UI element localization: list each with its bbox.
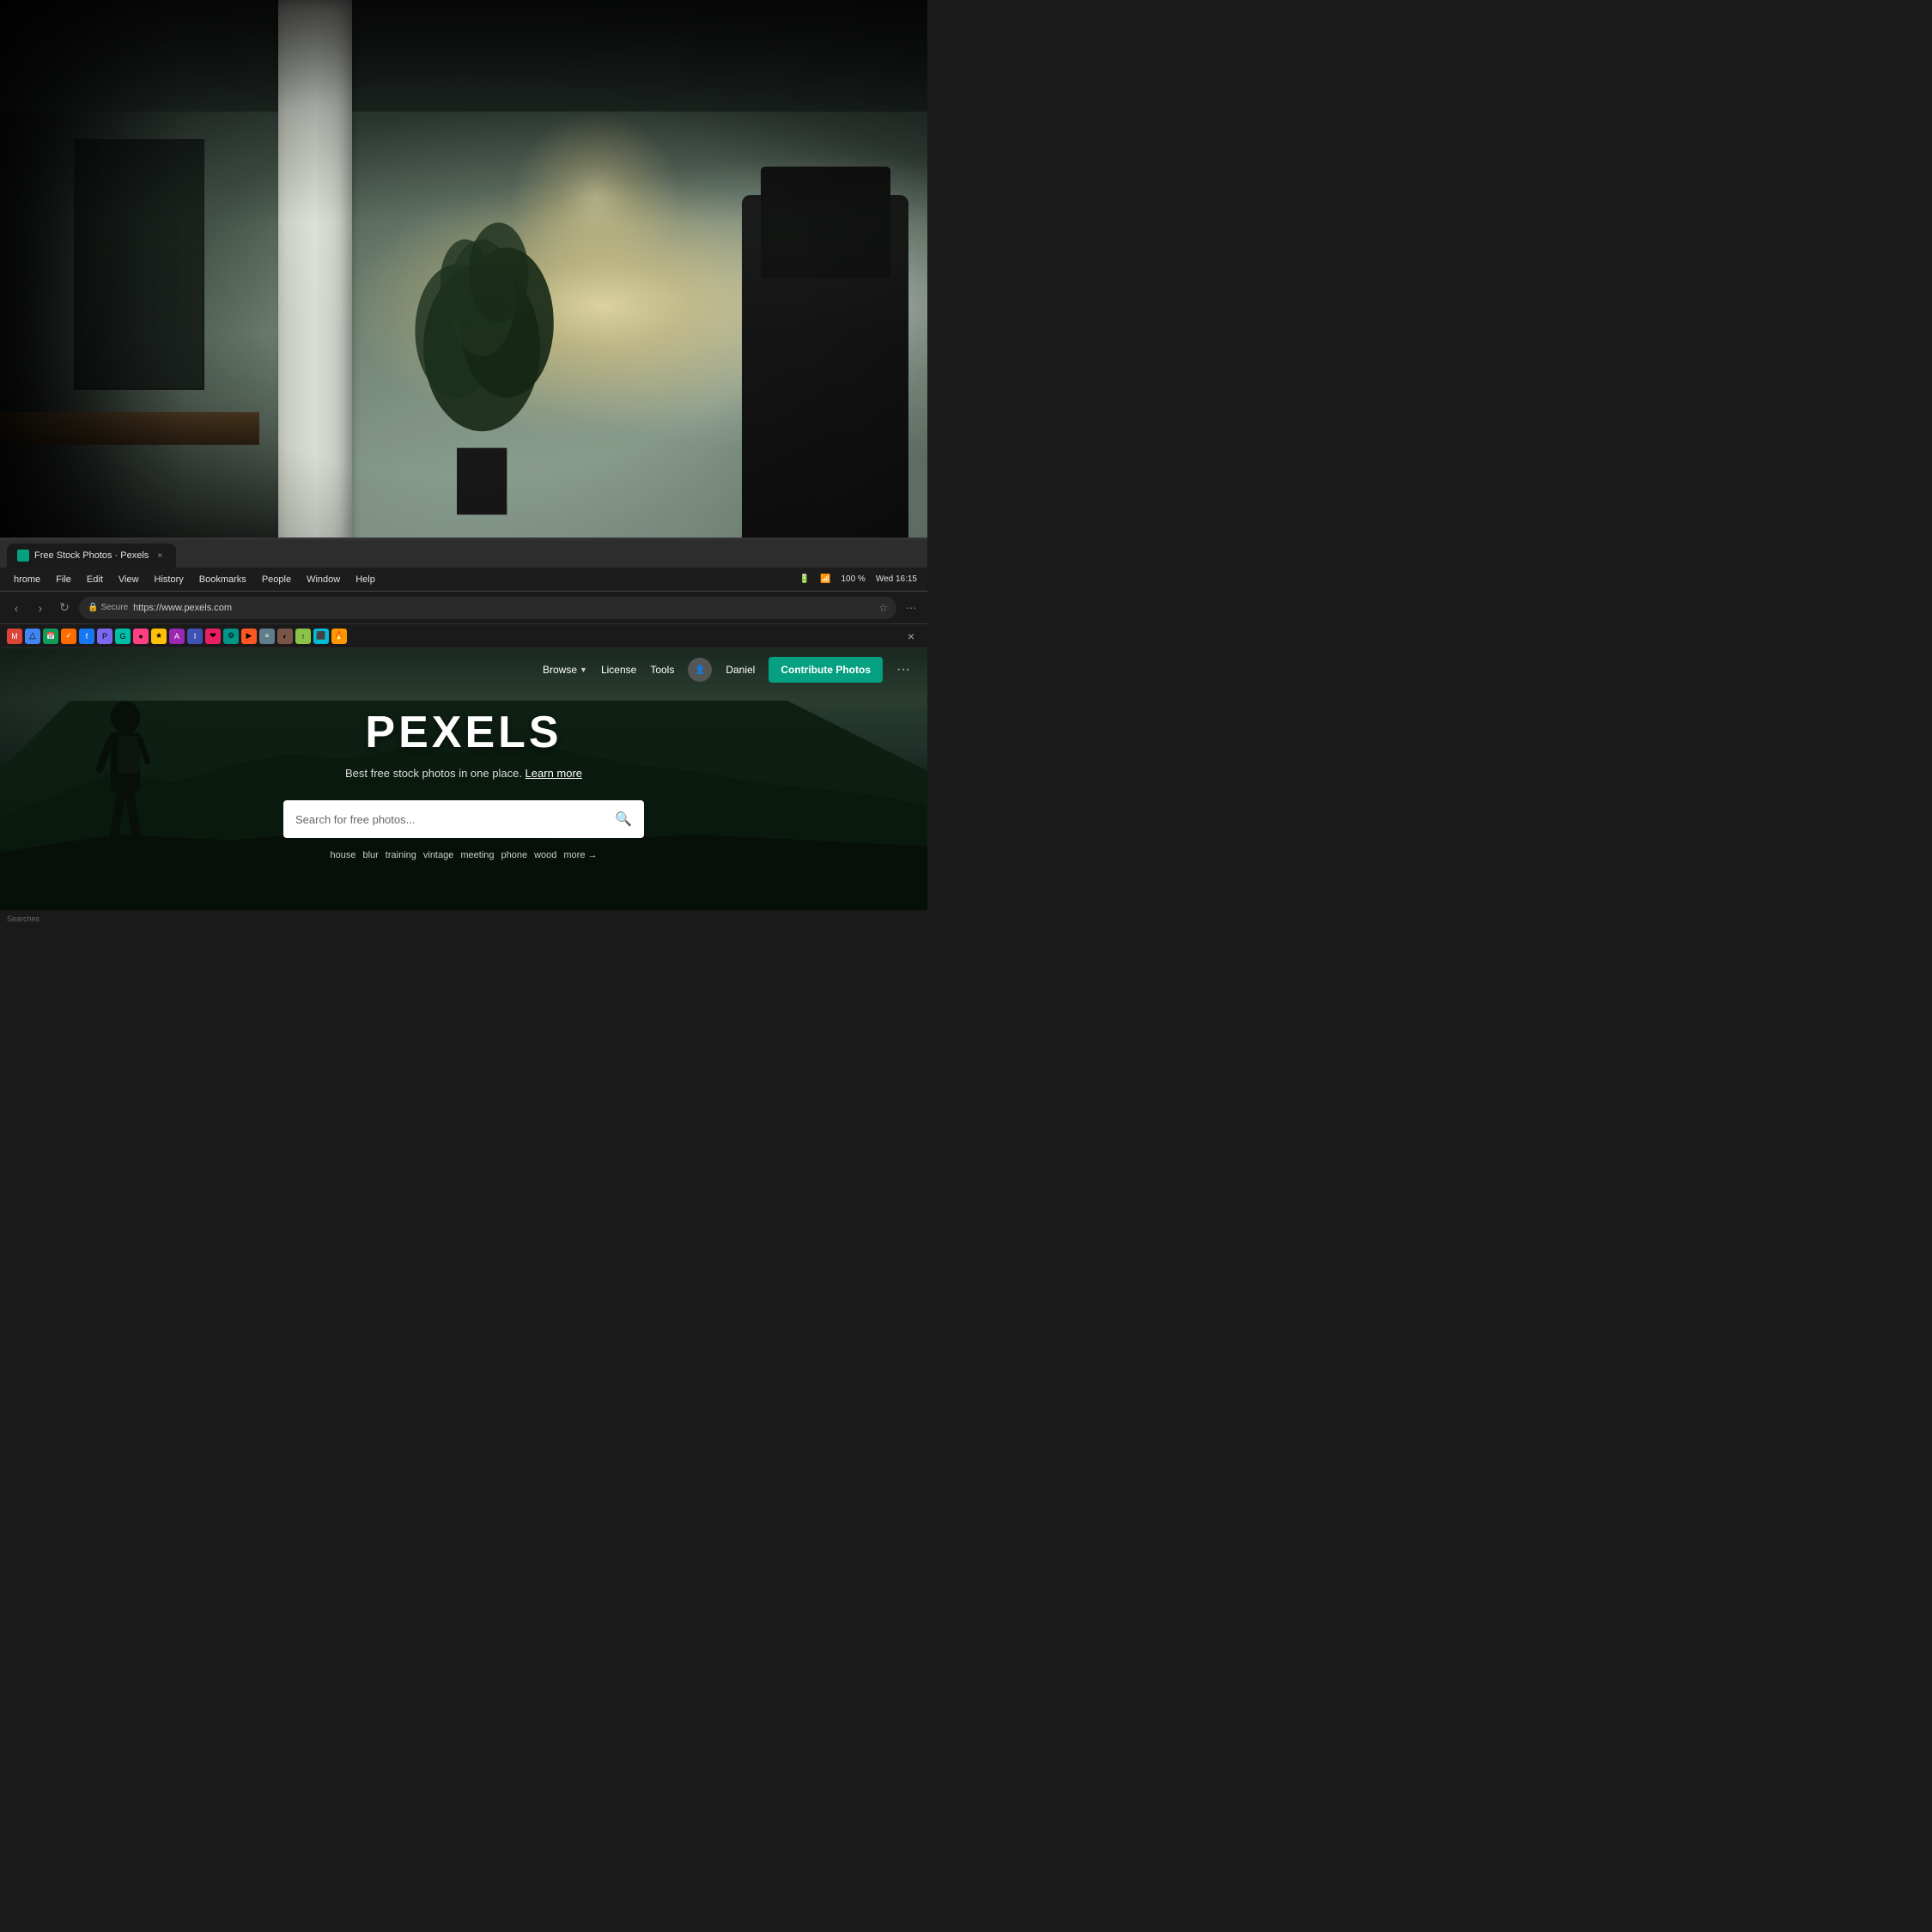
ext-gmail-icon[interactable]: M (7, 629, 22, 644)
more-nav-button[interactable]: ··· (896, 662, 910, 677)
more-tags[interactable]: more → (563, 850, 597, 860)
user-icon: 👤 (695, 665, 705, 675)
search-bar[interactable]: Search for free photos... 🔍 (283, 800, 644, 838)
tag-vintage[interactable]: vintage (423, 850, 453, 860)
ext-icon-9[interactable]: ⚙ (223, 629, 239, 644)
browser-actions: ⋯ (902, 598, 920, 617)
menu-bar: hrome File Edit View History Bookmarks P… (0, 568, 927, 592)
ext-todoist-icon[interactable]: ✓ (61, 629, 76, 644)
app-name: hrome (7, 573, 47, 586)
status-text: Searches (7, 914, 39, 923)
address-bar[interactable]: 🔒 Secure https://www.pexels.com ☆ (79, 597, 896, 619)
pexels-website: Browse ▼ License Tools 👤 Daniel Contribu… (0, 648, 927, 910)
ext-icon-12[interactable]: ◐ (277, 629, 293, 644)
menu-right-area: 🔋 📶 100 % Wed 16:15 (796, 573, 920, 586)
back-button[interactable]: ‹ (7, 598, 26, 617)
pexels-navbar: Browse ▼ License Tools 👤 Daniel Contribu… (0, 648, 927, 691)
extensions-row: M △ 📅 ✓ f P G ● ★ A I ❤ ⚙ ▶ ≡ ◐ ↑ ⬛ 🔥 (0, 624, 927, 648)
menu-history[interactable]: History (148, 573, 191, 586)
ext-icon-3[interactable]: G (115, 629, 131, 644)
ext-icon-13[interactable]: ↑ (295, 629, 311, 644)
tab-bar: Free Stock Photos · Pexels × (0, 540, 927, 568)
user-name[interactable]: Daniel (726, 664, 755, 676)
pexels-subtitle: Best free stock photos in one place. Lea… (345, 767, 582, 780)
menu-people[interactable]: People (255, 573, 298, 586)
ext-icon-15[interactable]: 🔥 (331, 629, 347, 644)
secure-badge: 🔒 Secure (88, 603, 128, 612)
wifi-icon: 📶 (817, 573, 834, 586)
ext-calendar-icon[interactable]: 📅 (43, 629, 58, 644)
tab-favicon (17, 550, 29, 562)
hero-section: PEXELS Best free stock photos in one pla… (0, 691, 927, 910)
ext-icon-4[interactable]: ● (133, 629, 149, 644)
contribute-photos-button[interactable]: Contribute Photos (769, 657, 883, 683)
clock: Wed 16:15 (872, 573, 920, 586)
menu-edit[interactable]: Edit (80, 573, 110, 586)
tag-phone[interactable]: phone (501, 850, 528, 860)
pexels-title: PEXELS (365, 707, 562, 758)
tag-house[interactable]: house (330, 850, 355, 860)
ext-icon-6[interactable]: A (169, 629, 185, 644)
close-tab-button[interactable]: × (902, 627, 920, 646)
more-options-button[interactable]: ⋯ (902, 598, 920, 617)
battery-info: 🔋 (796, 573, 813, 586)
tools-link[interactable]: Tools (650, 664, 674, 676)
menu-help[interactable]: Help (349, 573, 382, 586)
tab-close-button[interactable]: × (154, 550, 166, 562)
ext-icon-2[interactable]: P (97, 629, 112, 644)
ext-icon-1[interactable]: f (79, 629, 94, 644)
url-text: https://www.pexels.com (133, 603, 873, 613)
user-avatar[interactable]: 👤 (688, 658, 712, 682)
ext-icon-11[interactable]: ≡ (259, 629, 275, 644)
status-bar: Searches (0, 910, 927, 927)
menu-file[interactable]: File (49, 573, 78, 586)
active-tab[interactable]: Free Stock Photos · Pexels × (7, 544, 176, 568)
tag-wood[interactable]: wood (534, 850, 556, 860)
address-icons: ☆ (878, 602, 888, 614)
menu-view[interactable]: View (112, 573, 146, 586)
lock-icon: 🔒 (88, 603, 98, 612)
zoom-level: 100 % (837, 573, 868, 586)
reload-button[interactable]: ↻ (55, 598, 74, 617)
menu-bookmarks[interactable]: Bookmarks (192, 573, 253, 586)
tag-blur[interactable]: blur (362, 850, 378, 860)
tag-training[interactable]: training (386, 850, 416, 860)
tab-title: Free Stock Photos · Pexels (34, 550, 149, 561)
learn-more-link[interactable]: Learn more (526, 767, 582, 780)
tag-meeting[interactable]: meeting (460, 850, 494, 860)
ext-icon-10[interactable]: ▶ (241, 629, 257, 644)
secure-text: Secure (100, 603, 128, 612)
ext-icon-14[interactable]: ⬛ (313, 629, 329, 644)
ext-drive-icon[interactable]: △ (25, 629, 40, 644)
license-link[interactable]: License (601, 664, 636, 676)
ext-icon-8[interactable]: ❤ (205, 629, 221, 644)
ext-icon-7[interactable]: I (187, 629, 203, 644)
browse-dropdown-icon: ▼ (580, 665, 587, 674)
menu-window[interactable]: Window (300, 573, 347, 586)
ext-icon-5[interactable]: ★ (151, 629, 167, 644)
search-tags: house blur training vintage meeting phon… (330, 850, 597, 860)
address-bar-row: ‹ › ↻ 🔒 Secure https://www.pexels.com ☆ … (0, 592, 927, 624)
bookmark-icon[interactable]: ☆ (878, 602, 888, 614)
forward-button[interactable]: › (31, 598, 50, 617)
search-placeholder[interactable]: Search for free photos... (295, 813, 606, 826)
browse-menu[interactable]: Browse ▼ (543, 664, 587, 676)
search-icon[interactable]: 🔍 (615, 811, 632, 828)
